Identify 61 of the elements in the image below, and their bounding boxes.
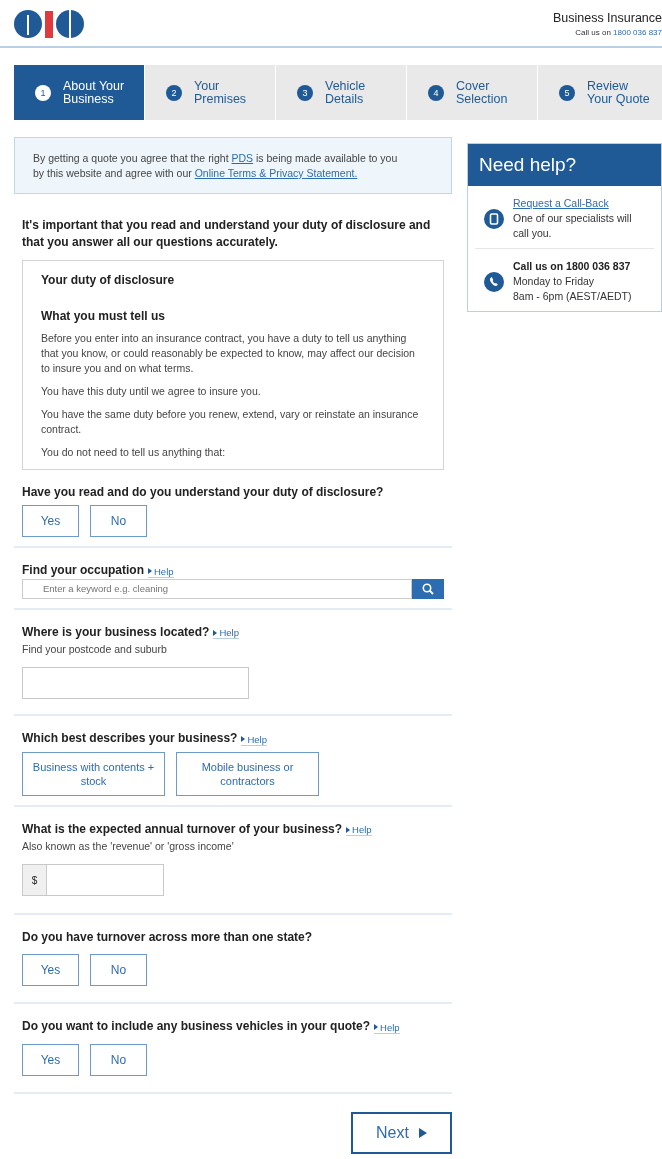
triangle-icon <box>374 1024 379 1030</box>
turnover-field[interactable]: $ <box>22 864 164 896</box>
option-button[interactable]: Yes <box>22 954 79 986</box>
step-tab[interactable]: 4 Cover Selection <box>407 65 537 120</box>
help-link[interactable]: Help <box>148 565 174 578</box>
option-button[interactable]: No <box>90 1043 147 1076</box>
notice-link[interactable]: PDS <box>231 152 254 164</box>
help-panel-title: Need help? <box>468 144 661 186</box>
question-hint: Also known as the 'revenue' or 'gross income' <box>22 840 235 852</box>
option-button[interactable]: Yes <box>22 505 79 537</box>
help-link[interactable]: Help <box>213 627 239 639</box>
option-button[interactable]: No <box>90 954 147 986</box>
step-tab[interactable]: 5 Review Your Quote <box>538 65 662 120</box>
page-title: Business Insurance <box>552 11 662 25</box>
step-tab[interactable]: 1 About Your Business <box>14 65 144 120</box>
call-hours: Monday to Friday <box>513 274 596 289</box>
help-link[interactable]: Help <box>346 824 372 836</box>
question-hint: Find your postcode and suburb <box>22 643 168 655</box>
question-label: Do you have turnover across more than one state? <box>22 930 313 944</box>
triangle-icon <box>148 568 152 574</box>
triangle-icon <box>241 736 246 742</box>
option-button[interactable]: Business with contents + stock <box>22 751 165 796</box>
help-link[interactable]: Help <box>241 733 267 746</box>
occupation-search-field[interactable]: Enter a keyword e.g. cleaning <box>22 578 412 599</box>
question-label: Find your occupation <box>22 563 144 577</box>
question-label: Do you want to include any business vehicles in your quote? <box>22 1019 371 1033</box>
logo-icon[interactable] <box>13 9 85 39</box>
intro-text: It's important that you read and understand your duty of disclosure and that you answer all our questions accurately. <box>22 217 432 251</box>
step-tab[interactable]: 3 Vehicle Details <box>276 65 406 120</box>
next-button[interactable]: Next <box>351 1111 452 1154</box>
help-link[interactable]: Help <box>374 1021 400 1034</box>
disclosure-paragraph: You have the same duty before you renew, extend, vary or reinstate an insurance contract. <box>41 407 420 437</box>
call-hours: 8am - 6pm (AEST/AEDT) <box>513 289 632 304</box>
option-button[interactable]: Mobile business or contractors <box>176 751 319 796</box>
disclosure-paragraph: Before you enter into an insurance contract, you have a duty to tell us anything that you know, or could reasonably be expected to know, may affect our decision to insure you and on what terms. <box>41 331 416 376</box>
call-label: Call us on <box>575 28 611 37</box>
phone-handset-icon <box>484 271 504 292</box>
question-label: Which best describes your business? <box>22 731 238 745</box>
callback-link[interactable]: Request a Call-Back <box>513 196 646 211</box>
search-icon <box>422 582 434 595</box>
question-label: Have you read and do you understand your duty of disclosure? <box>22 485 384 499</box>
disclosure-paragraph: You do not need to tell us anything that: <box>41 445 227 460</box>
option-button[interactable]: Yes <box>22 1043 79 1076</box>
call-title: Call us on 1800 036 837 <box>513 259 632 274</box>
triangle-icon <box>346 826 351 833</box>
notice-text: By getting a quote you agree that the right PDS is being made available to you by this website and agree with our Online Terms & Privacy Statement. <box>14 137 452 194</box>
search-button[interactable] <box>412 578 444 599</box>
question-label: What is the expected annual turnover of your business? <box>22 821 343 836</box>
disclosure-title: Your duty of disclosure <box>41 273 176 287</box>
phone-link[interactable]: 1800 036 837 <box>613 28 662 37</box>
disclosure-subtitle: What you must tell us <box>41 309 166 323</box>
triangle-icon <box>213 629 218 636</box>
postcode-field[interactable] <box>22 667 249 699</box>
triangle-icon <box>418 1127 427 1138</box>
step-tab[interactable]: 2 Your Premises <box>145 65 275 120</box>
disclosure-paragraph: You have this duty until we agree to insure you. <box>41 384 262 399</box>
question-label: Where is your business located? <box>22 624 210 639</box>
notice-link[interactable]: Online Terms & Privacy Statement. <box>194 167 358 179</box>
callback-text: One of our specialists will call you. <box>513 211 633 241</box>
option-button[interactable]: No <box>90 505 147 537</box>
phone-icon <box>484 208 504 229</box>
